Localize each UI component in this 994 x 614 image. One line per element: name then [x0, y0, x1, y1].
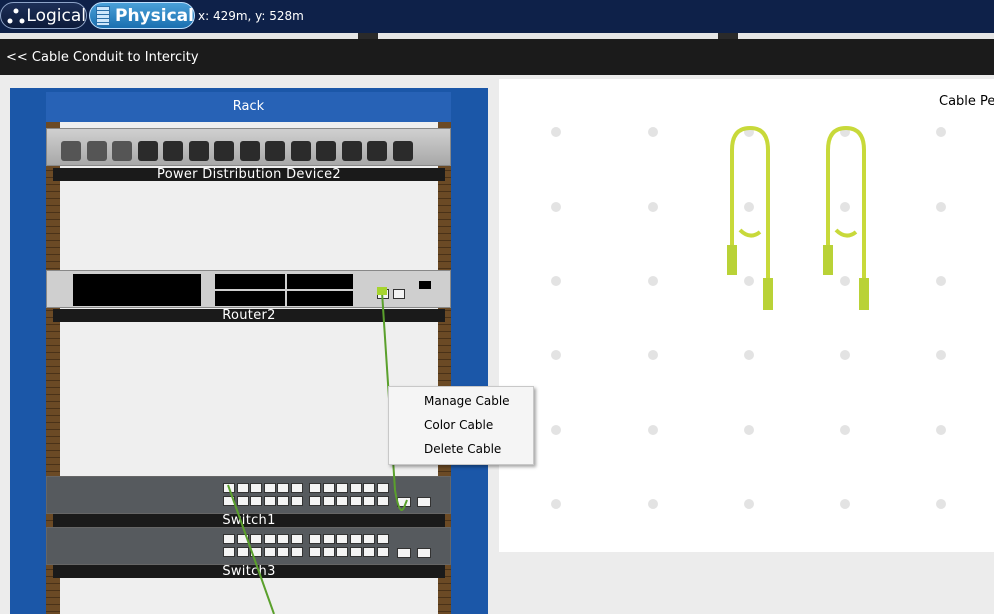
cable-connector [377, 287, 387, 295]
workspace-cable-1[interactable] [727, 125, 773, 310]
cable-context-menu: Manage Cable Color Cable Delete Cable [388, 386, 534, 465]
manage-cable-menu-item[interactable]: Manage Cable [424, 394, 510, 408]
delete-cable-menu-item[interactable]: Delete Cable [424, 442, 501, 456]
color-cable-menu-item[interactable]: Color Cable [424, 418, 493, 432]
switch1-downlink-cable [227, 484, 275, 614]
workspace-cable-2[interactable] [823, 125, 869, 310]
cable-overlay [227, 125, 869, 614]
